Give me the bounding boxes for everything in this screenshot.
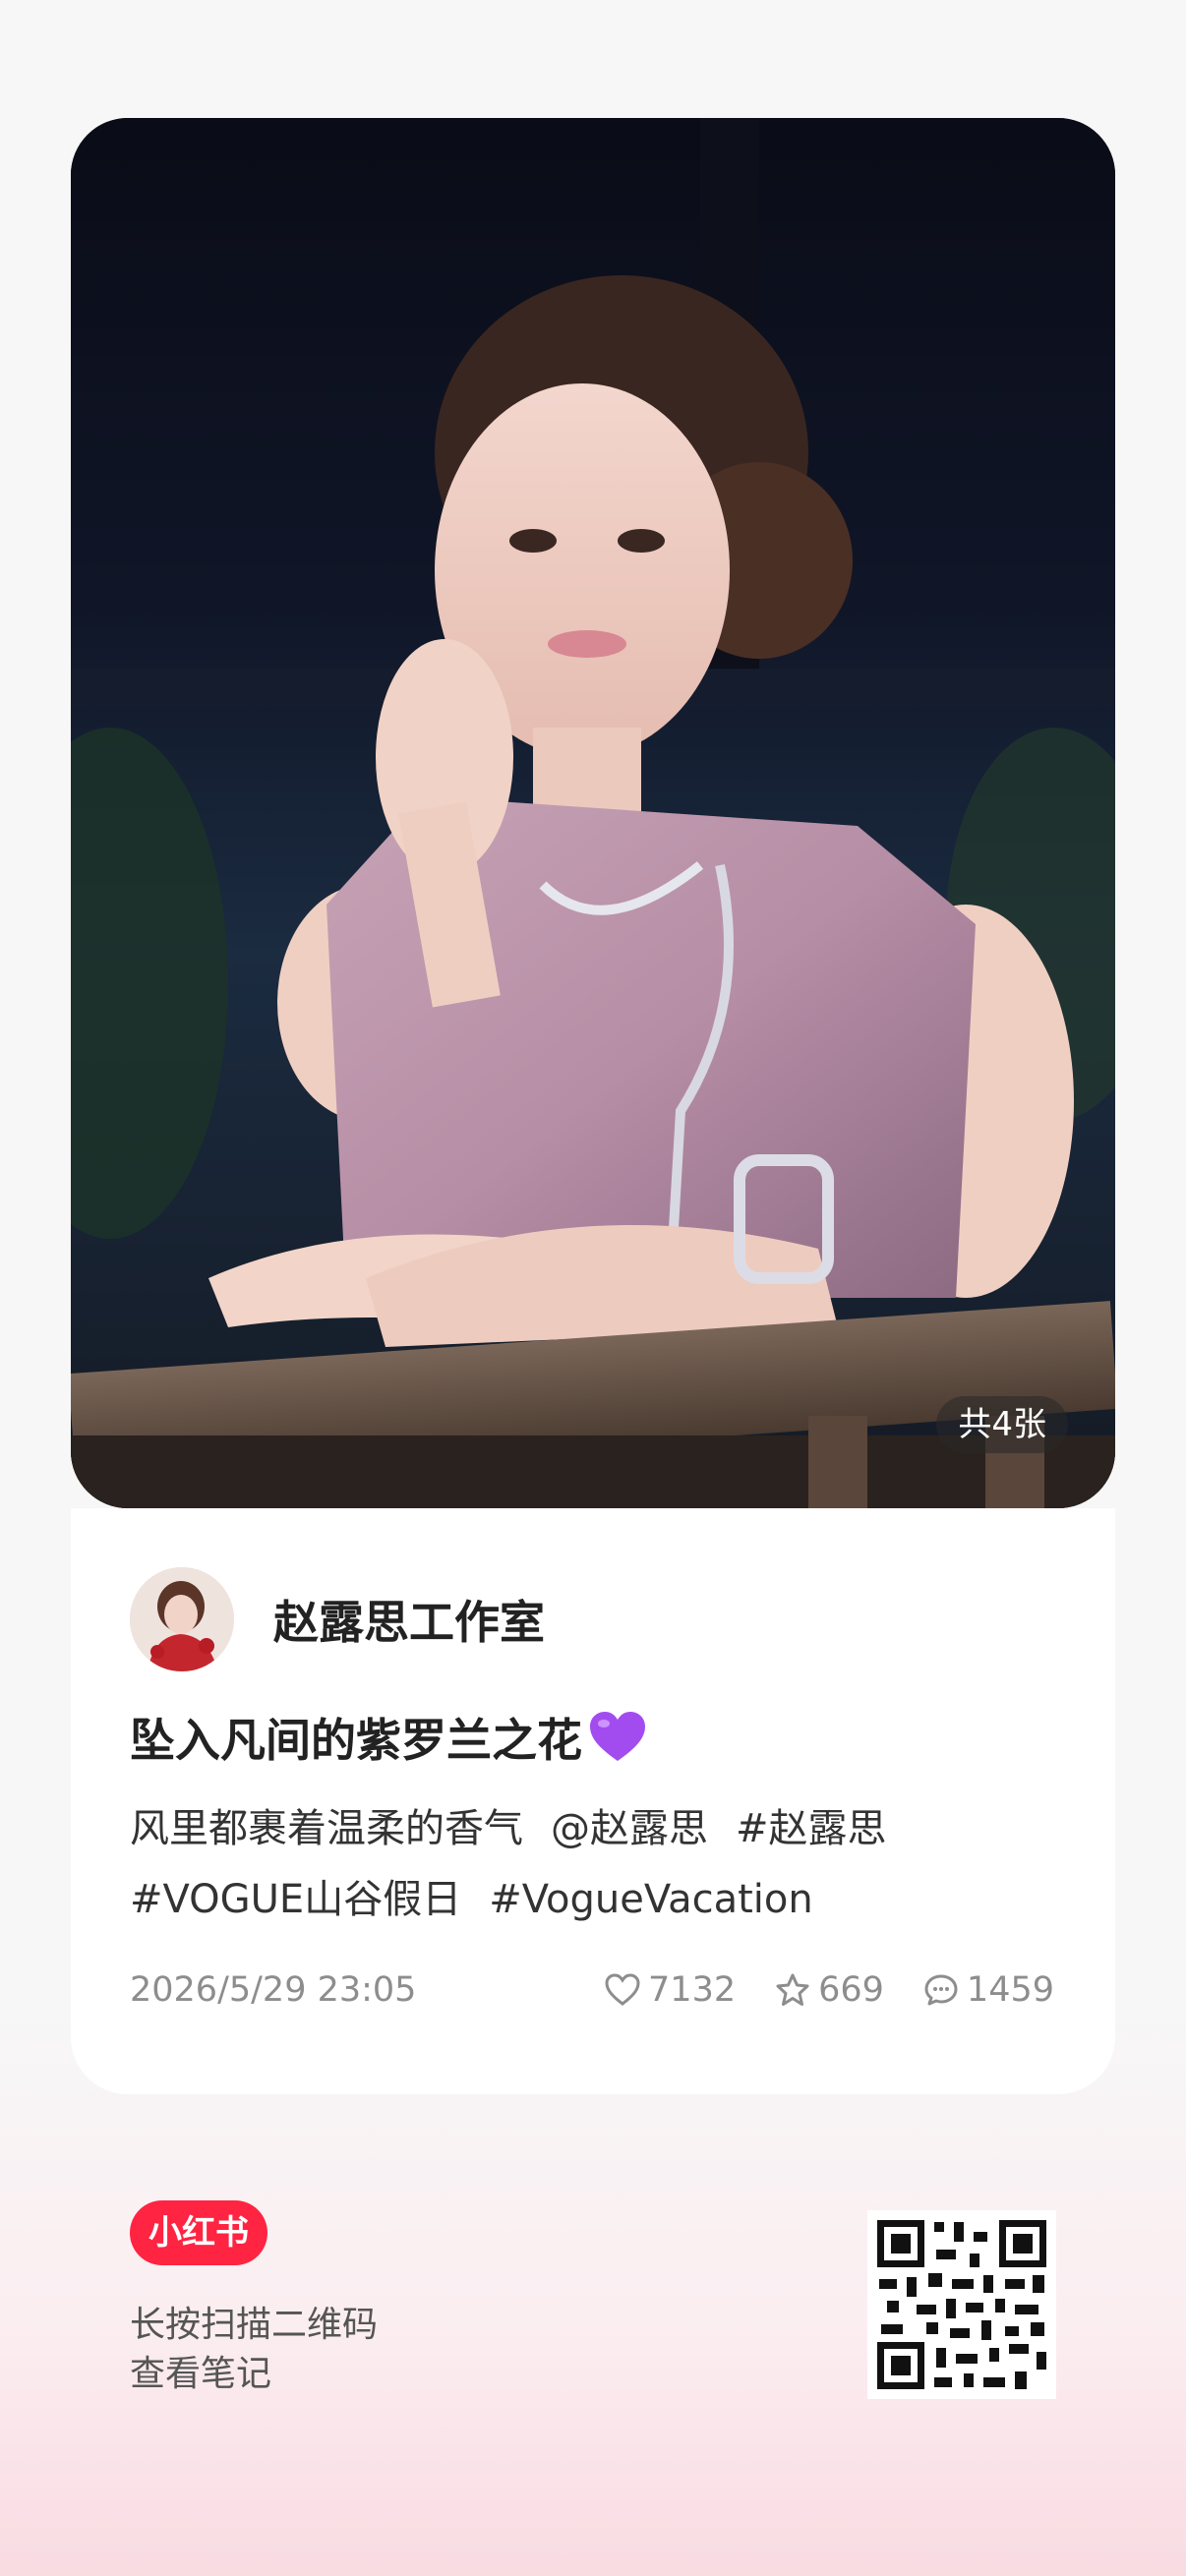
heart-icon — [605, 1973, 640, 2006]
comment-icon — [924, 1974, 958, 2006]
collect-stat[interactable]: 669 — [775, 1970, 884, 2010]
avatar[interactable] — [130, 1567, 234, 1671]
post-meta: 2026/5/29 23:05 7132 669 1459 — [130, 1970, 1054, 2010]
post-title: 坠入凡间的紫罗兰之花 — [130, 1705, 647, 1770]
comment-count: 1459 — [966, 1970, 1054, 2010]
post-date: 2026/5/29 23:05 — [130, 1970, 417, 2010]
image-count-badge: 共4张 — [936, 1396, 1068, 1453]
footer-hint-line2: 查看笔记 — [130, 2354, 272, 2394]
author-row[interactable]: 赵露思工作室 — [130, 1567, 545, 1671]
comment-stat[interactable]: 1459 — [923, 1970, 1054, 2010]
post-title-text: 坠入凡间的紫罗兰之花 — [130, 1714, 582, 1767]
xiaohongshu-logo: 小红书 — [130, 2200, 267, 2265]
hashtag-link[interactable]: #赵露思 — [736, 1806, 887, 1851]
portrait-image — [71, 118, 1115, 1508]
purple-heart-icon — [590, 1712, 645, 1761]
footer-hint: 长按扫描二维码 查看笔记 — [130, 2301, 378, 2399]
post-card: 赵露思工作室 坠入凡间的紫罗兰之花 风里都裹着温柔的香气 @赵露思 #赵露思 #VO… — [71, 1508, 1115, 2094]
like-stat[interactable]: 7132 — [605, 1970, 736, 2010]
description-text: 风里都裹着温柔的香气 — [130, 1806, 523, 1851]
collect-count: 669 — [818, 1970, 884, 2010]
hashtag-link[interactable]: #VogueVacation — [489, 1877, 813, 1922]
post-description: 风里都裹着温柔的香气 @赵露思 #赵露思 #VOGUE山谷假日 #VogueVacat… — [130, 1793, 1074, 1935]
hashtag-link[interactable]: #VOGUE山谷假日 — [130, 1877, 461, 1922]
mention-link[interactable]: @赵露思 — [551, 1806, 708, 1851]
post-photo[interactable]: 共4张 — [71, 118, 1115, 1508]
star-icon — [776, 1973, 809, 2006]
author-name[interactable]: 赵露思工作室 — [273, 1587, 545, 1652]
footer-hint-line1: 长按扫描二维码 — [130, 2305, 379, 2345]
qr-code-image — [867, 2210, 1056, 2399]
like-count: 7132 — [648, 1970, 737, 2010]
qr-code[interactable] — [867, 2210, 1056, 2399]
